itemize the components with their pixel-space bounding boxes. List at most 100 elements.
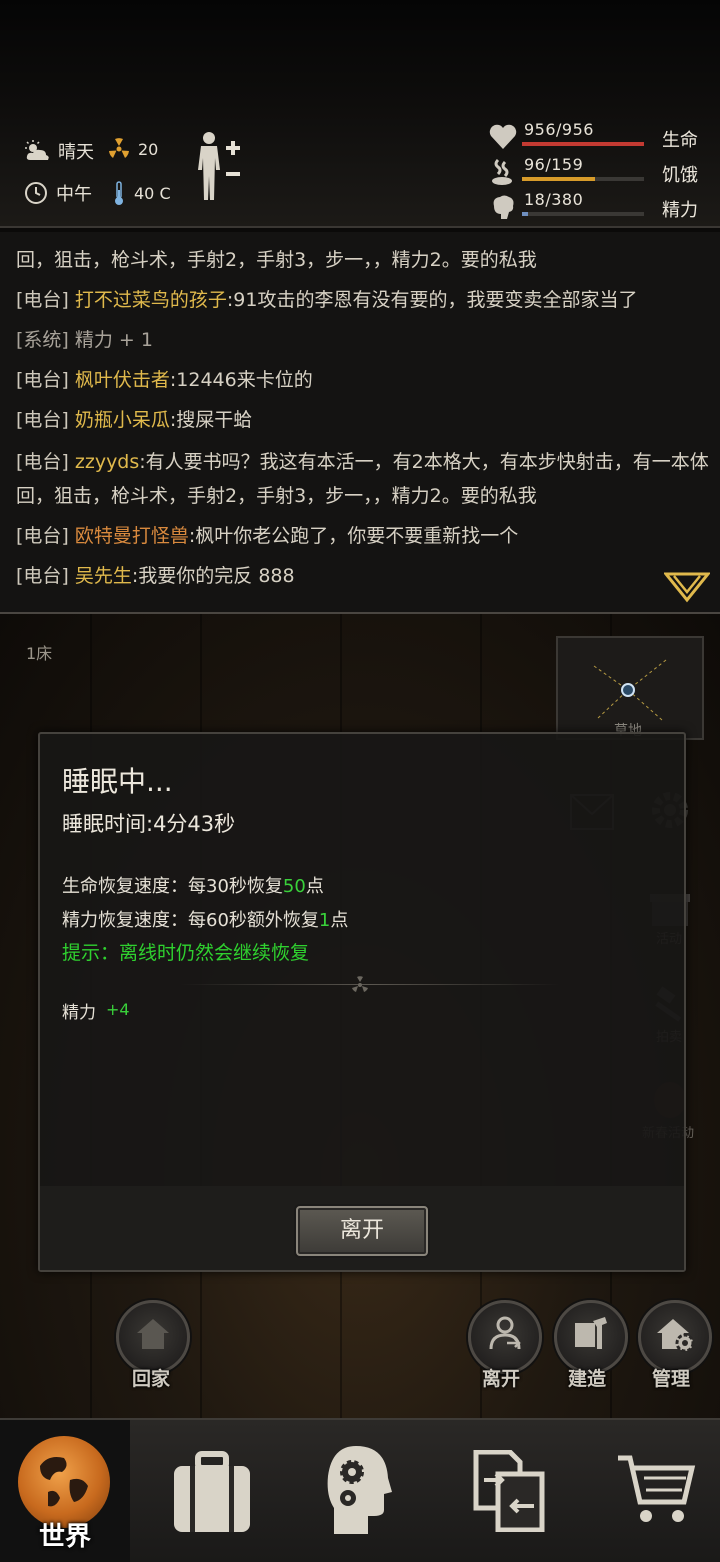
hunger-bar-fill bbox=[522, 177, 596, 181]
chat-channel-tag: [电台] bbox=[16, 409, 69, 431]
minus-icon bbox=[226, 172, 240, 176]
chat-text: 精力 + 1 bbox=[74, 329, 153, 351]
hunger-value: 96/159 bbox=[524, 155, 584, 174]
nav-shop-tab[interactable] bbox=[594, 1420, 718, 1562]
nav-trade-tab[interactable] bbox=[446, 1420, 570, 1562]
chat-text: :91攻击的李恩有没有要的，我要变卖全部家当了 bbox=[226, 289, 638, 311]
sleep-dialog: 睡眠中... 睡眠时间:4分43秒 生命恢复速度：每30秒恢复50点 精力恢复速… bbox=[38, 732, 686, 1272]
steam-icon bbox=[492, 158, 512, 185]
weather-indicator: 晴天 bbox=[24, 138, 94, 164]
build-tools-icon bbox=[575, 1317, 607, 1349]
leave-scene-label: 离开 bbox=[482, 1368, 521, 1390]
chat-line: [电台] 打不过菜鸟的孩子:91攻击的李恩有没有要的，我要变卖全部家当了 bbox=[16, 288, 716, 312]
chat-channel-tag: [电台] bbox=[16, 451, 69, 473]
energy-recovery-rate: 精力恢复速度：每60秒额外恢复1点 bbox=[62, 906, 348, 932]
chat-nickname[interactable]: 奶瓶小呆瓜 bbox=[75, 409, 170, 431]
plus-icon bbox=[226, 141, 240, 155]
chat-line: [电台] zzyyds:有人要书吗？我这有本活一，有2本格大，有本步快射击，有一… bbox=[16, 450, 716, 474]
temperature-indicator: 40 C bbox=[112, 180, 171, 206]
leave-button[interactable]: 离开 bbox=[296, 1206, 428, 1256]
gain-stat-value: +4 bbox=[106, 1000, 130, 1019]
stat-energy: 18/380 精力 bbox=[488, 190, 708, 226]
brain-icon bbox=[493, 195, 514, 219]
person-exit-icon bbox=[489, 1316, 521, 1350]
dialog-divider bbox=[180, 984, 560, 985]
radiation-divider-icon bbox=[352, 976, 368, 992]
nav-skills-tab[interactable] bbox=[296, 1420, 420, 1562]
chat-text: :搜屎干蛤 bbox=[169, 409, 253, 431]
radiation-icon bbox=[109, 138, 129, 158]
chat-text: :有人要书吗？我这有本活一，有2本格大，有本步快射击，有一本体 bbox=[139, 451, 709, 473]
chat-text: :我要你的完反 888 bbox=[131, 565, 295, 587]
hud-divider bbox=[0, 226, 720, 228]
energy-label: 精力 bbox=[662, 200, 698, 221]
chat-panel[interactable]: 回，狙击，枪斗术，手射2，手射3，步一，，精力2。要的私我 [电台] 打不过菜鸟… bbox=[0, 232, 720, 614]
chat-channel-tag: [电台] bbox=[16, 565, 69, 587]
dialog-title: 睡眠中... bbox=[62, 765, 173, 798]
heart-icon bbox=[489, 124, 517, 149]
stat-health: 956/956 生命 bbox=[488, 120, 708, 156]
chat-line: [电台] 奶瓶小呆瓜:搜屎干蛤 bbox=[16, 408, 716, 432]
minimap[interactable]: 草地 bbox=[556, 636, 704, 740]
house-icon bbox=[137, 1319, 169, 1349]
chat-nickname[interactable]: zzyyds bbox=[75, 451, 139, 473]
chat-text: 回，狙击，枪斗术，手射2，手射3，步一，，精力2。要的私我 bbox=[16, 485, 537, 507]
energy-bar bbox=[522, 212, 644, 216]
chat-nickname[interactable]: 吴先生 bbox=[75, 565, 132, 587]
time-indicator: 中午 bbox=[24, 180, 92, 206]
globe-icon bbox=[18, 1436, 110, 1528]
manage-button[interactable] bbox=[638, 1300, 712, 1374]
chat-text: :12446来卡位的 bbox=[169, 369, 313, 391]
body-status-icon[interactable] bbox=[196, 130, 246, 202]
thermometer-icon bbox=[115, 181, 123, 205]
hp-rate-number: 50 bbox=[282, 876, 306, 897]
health-bar bbox=[522, 142, 644, 146]
head-gears-icon bbox=[327, 1446, 392, 1534]
health-bar-fill bbox=[522, 142, 644, 146]
leave-scene-button[interactable] bbox=[468, 1300, 542, 1374]
build-button-label: 建造 bbox=[568, 1368, 607, 1390]
energy-value: 18/380 bbox=[524, 190, 584, 209]
chat-nickname[interactable]: 打不过菜鸟的孩子 bbox=[75, 289, 227, 311]
hp-rate-prefix: 生命恢复速度：每30秒恢复 bbox=[62, 876, 283, 897]
health-value: 956/956 bbox=[524, 120, 594, 139]
hunger-label: 饥饿 bbox=[662, 165, 698, 186]
clock-icon bbox=[25, 182, 47, 204]
radiation-value: 20 bbox=[138, 139, 159, 159]
nav-world-label: 世界 bbox=[38, 1522, 91, 1552]
chat-channel-tag: [系统] bbox=[16, 329, 69, 351]
energy-bar-fill bbox=[522, 212, 529, 216]
status-hud: 晴天 20 中午 40 C 956/956 生命 96/159 饥饿 18/38… bbox=[0, 0, 720, 228]
home-button[interactable] bbox=[116, 1300, 190, 1374]
build-button[interactable] bbox=[554, 1300, 628, 1374]
nav-inventory-tab[interactable] bbox=[150, 1420, 274, 1562]
sun-cloud-icon bbox=[25, 140, 49, 160]
chat-line: [电台] 吴先生:我要你的完反 888 bbox=[16, 564, 716, 588]
shopping-cart-icon bbox=[618, 1455, 696, 1522]
chat-text: 回，狙击，枪斗术，手射2，手射3，步一，，精力2。要的私我 bbox=[16, 249, 537, 271]
chat-channel-tag: [电台] bbox=[16, 525, 69, 547]
house-gear-icon bbox=[657, 1319, 695, 1353]
chat-collapse-chevron-icon[interactable] bbox=[664, 572, 710, 604]
chat-line: 回，狙击，枪斗术，手射2，手射3，步一，，精力2。要的私我 bbox=[16, 248, 716, 272]
hp-recovery-rate: 生命恢复速度：每30秒恢复50点 bbox=[62, 872, 324, 898]
nav-world-tab[interactable]: 世界 bbox=[0, 1420, 130, 1562]
gain-stat-label: 精力 bbox=[62, 1003, 96, 1023]
bed-label: 1床 bbox=[26, 644, 53, 663]
radiation-indicator: 20 bbox=[108, 138, 158, 160]
chat-channel-tag: [电台] bbox=[16, 369, 69, 391]
hunger-bar bbox=[522, 177, 644, 181]
home-button-label: 回家 bbox=[132, 1368, 171, 1390]
sleep-time-text: 睡眠时间:4分43秒 bbox=[62, 812, 236, 836]
energy-rate-suffix: 点 bbox=[330, 910, 349, 931]
chat-text: :枫叶你老公跑了，你要不要重新找一个 bbox=[188, 525, 519, 547]
manage-button-label: 管理 bbox=[652, 1368, 691, 1390]
weather-text: 晴天 bbox=[58, 142, 94, 163]
chat-line: 回，狙击，枪斗术，手射2，手射3，步一，，精力2。要的私我 bbox=[16, 484, 716, 508]
temperature-value: 40 C bbox=[134, 183, 171, 203]
stat-hunger: 96/159 饥饿 bbox=[488, 155, 708, 191]
chat-nickname[interactable]: 枫叶伏击者 bbox=[75, 369, 170, 391]
bottom-navigation: 世界 bbox=[0, 1418, 720, 1562]
chat-nickname[interactable]: 欧特曼打怪兽 bbox=[75, 525, 189, 547]
exchange-docs-icon bbox=[473, 1450, 545, 1532]
